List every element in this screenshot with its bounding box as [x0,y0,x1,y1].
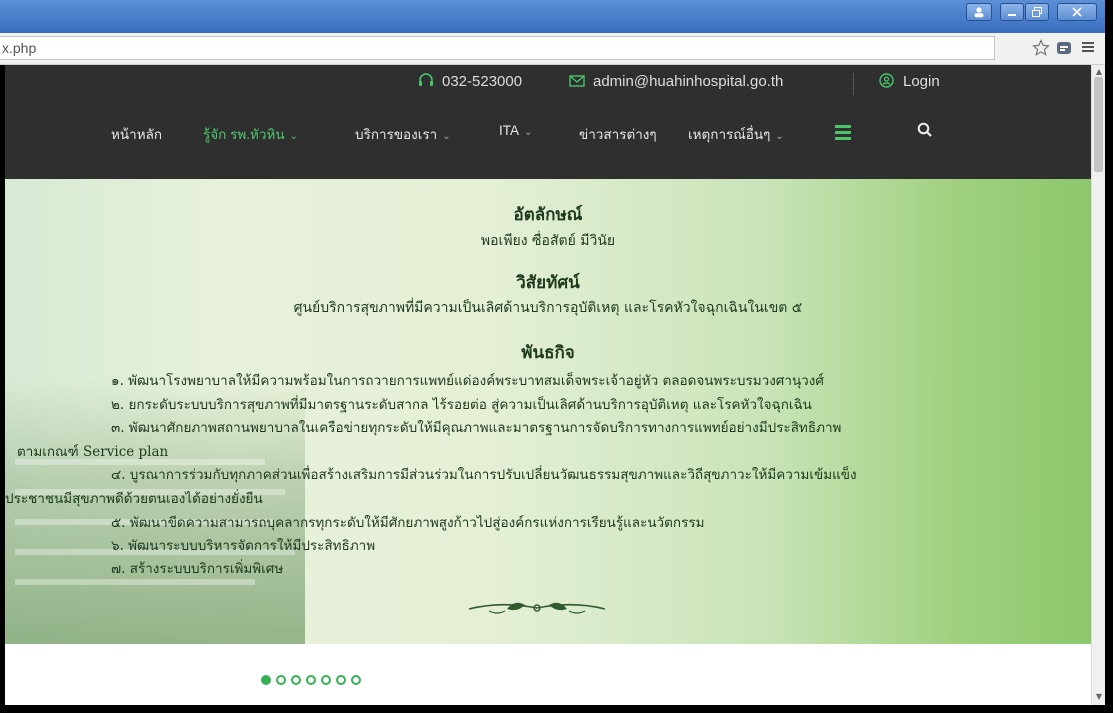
email-address: admin@huahinhospital.go.th [593,73,784,90]
nav-item-label: เหตุการณ์อื่นๆ [688,127,771,142]
more-menu-button[interactable] [835,125,851,140]
login-label: Login [903,73,940,90]
scroll-up-icon[interactable]: ▲ [1094,67,1104,77]
phone-number: 032-523000 [442,73,523,90]
identity-title: อัตลักษณ์ [513,205,583,225]
mission-line: ๒. ยกระดับระบบบริการสุขภาพที่มีมาตรฐานระ… [111,397,812,413]
extension-icon [1057,42,1071,54]
vision-title: วิสัยทัศน์ [516,273,580,293]
nav-item-label: หน้าหลัก [111,127,163,142]
building-decor [15,579,255,585]
scroll-down-icon[interactable]: ▼ [1094,692,1104,702]
close-icon [1072,7,1082,17]
extension-button[interactable] [1054,39,1074,59]
ornament-divider-icon [468,602,606,614]
bookmark-star-button[interactable] [1031,39,1051,59]
slider-pagination [261,669,366,685]
nav-item-label: บริการของเรา [355,127,438,142]
nav-item-home[interactable]: หน้าหลัก [111,123,162,145]
headset-icon [419,73,433,86]
chevron-down-icon: ⌄ [442,131,451,142]
identity-text: พอเพียง ซื่อสัตย์ มีวินัย [480,233,616,249]
user-icon [974,7,984,18]
contact-bar: 032-523000 admin@huahinhospital.go.th Lo… [5,73,1091,95]
slider-dot[interactable] [306,674,316,685]
slider-dot[interactable] [291,674,301,685]
hamburger-icon [1082,42,1094,52]
login-link[interactable]: Login [879,73,940,90]
browser-toolbar: x.php [0,33,1105,65]
nav-item-label: ITA [499,123,519,138]
nav-item-label: ข่าวสารต่างๆ [579,127,657,142]
bar-line [835,131,851,134]
slider-dot[interactable] [321,674,331,685]
mission-title: พันธกิจ [521,343,575,363]
slider-dot[interactable] [276,674,286,685]
chevron-down-icon: ⌄ [289,131,298,142]
slider-dot[interactable] [351,674,361,685]
site-header: 032-523000 admin@huahinhospital.go.th Lo… [5,65,1091,179]
restore-button[interactable] [1025,3,1049,21]
browser-window: x.php 032-523000 admin@huahinhospital.go… [0,0,1113,713]
search-icon [917,122,932,137]
email-link[interactable]: admin@huahinhospital.go.th [569,73,783,90]
mission-line: ประชาชนมีสุขภาพดีด้วยตนเองได้อย่างยั่งยื… [5,491,263,507]
topbar-divider [853,73,854,95]
slider-dot[interactable] [261,674,271,685]
mission-line: ตามเกณฑ์ Service plan [17,444,169,460]
nav-item-about[interactable]: รู้จัก รพ.หัวหิน ⌄ [203,123,298,145]
hero-slide: อัตลักษณ์ พอเพียง ซื่อสัตย์ มีวินัย วิสั… [5,179,1091,644]
slider-dot[interactable] [336,674,346,685]
bar-line [835,137,851,140]
mission-line: ๔. บูรณาการร่วมกับทุกภาคส่วนเพื่อสร้างเส… [111,467,857,483]
envelope-icon [569,75,585,87]
phone-link[interactable]: 032-523000 [418,73,522,90]
mission-line: ๕. พัฒนาขีดความสามารถบุคลากรทุกระดับให้ม… [111,515,705,531]
vision-text: ศูนย์บริการสุขภาพที่มีความเป็นเลิศด้านบร… [293,300,803,316]
scrollbar-thumb[interactable] [1094,77,1103,172]
minimize-icon [1008,14,1016,16]
nav-item-events[interactable]: เหตุการณ์อื่นๆ ⌄ [688,123,784,145]
star-icon [1032,39,1050,56]
search-button[interactable] [917,121,933,139]
restore-icon [1032,7,1042,17]
mission-line: ๖. พัฒนาระบบบริหารจัดการให้มีประสิทธิภาพ [111,538,376,554]
close-window-button[interactable] [1057,3,1097,21]
address-bar[interactable]: x.php [0,36,995,60]
nav-item-news[interactable]: ข่าวสารต่างๆ [579,123,657,145]
nav-item-ita[interactable]: ITA ⌄ [499,123,532,138]
window-titlebar [0,0,1105,33]
nav-item-label: รู้จัก รพ.หัวหิน [203,127,285,142]
user-circle-icon [879,73,894,88]
nav-item-services[interactable]: บริการของเรา ⌄ [355,123,451,145]
minimize-button[interactable] [1000,3,1024,21]
browser-menu-button[interactable] [1078,39,1098,59]
mission-line: ๓. พัฒนาศักยภาพสถานพยาบาลในเครือข่ายทุกร… [111,420,842,436]
user-profile-button[interactable] [966,3,992,21]
mission-line: ๑. พัฒนาโรงพยาบาลให้มีความพร้อมในการถวาย… [111,373,824,389]
page-scrollbar[interactable]: ▲ ▼ [1091,65,1105,705]
mission-line: ๗. สร้างระบบบริการเพิ่มพิเศษ [111,561,284,577]
bar-line [835,125,851,128]
page-viewport: 032-523000 admin@huahinhospital.go.th Lo… [5,65,1091,705]
chevron-down-icon: ⌄ [775,131,784,142]
chevron-down-icon: ⌄ [524,127,533,138]
